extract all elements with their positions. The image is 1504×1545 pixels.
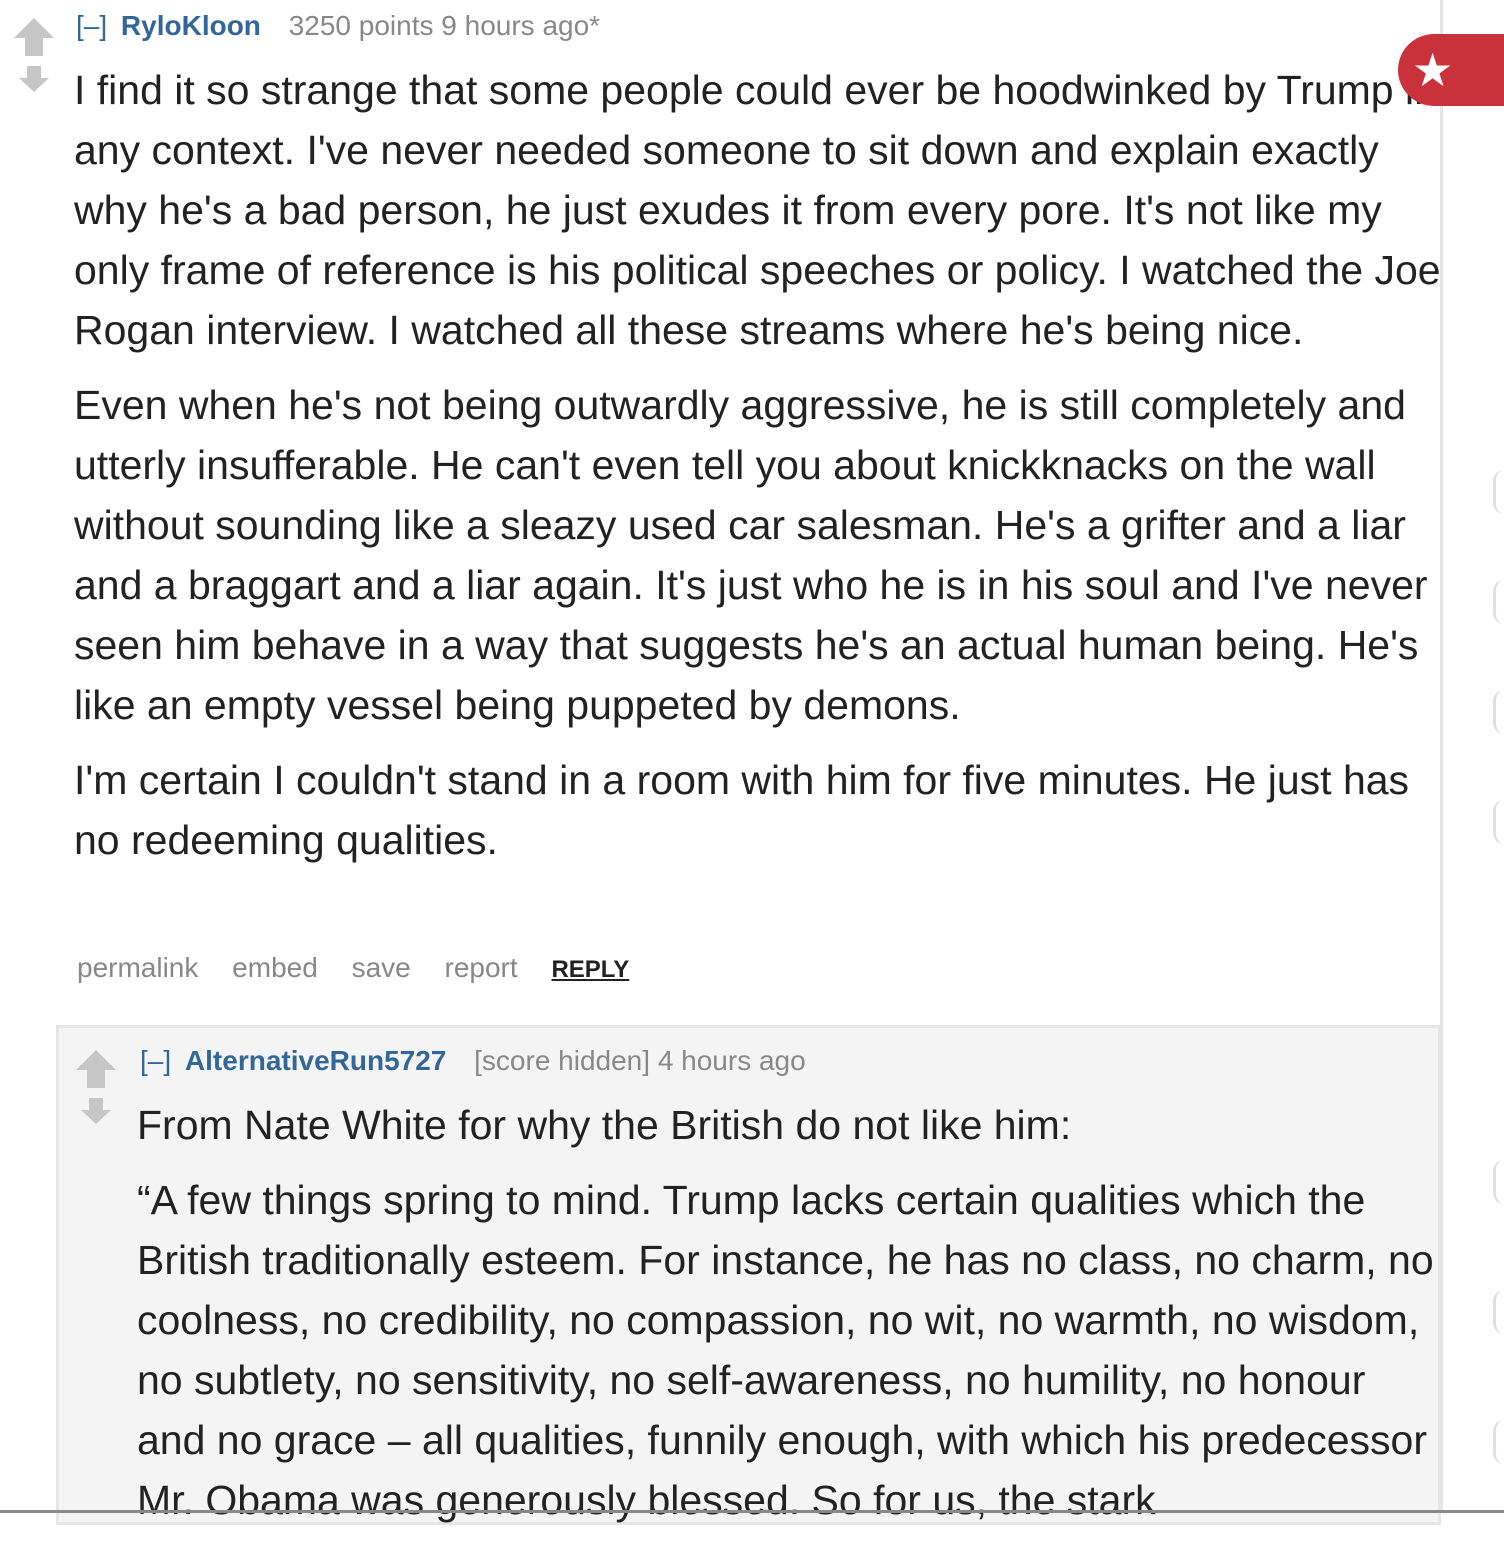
author-link[interactable]: RyloKloon: [121, 10, 261, 41]
score: [score hidden]: [474, 1045, 651, 1076]
comment-body: From Nate White for why the British do n…: [137, 1095, 1437, 1545]
comment-paragraph: I'm certain I couldn't stand in a room w…: [74, 757, 1410, 863]
side-tab[interactable]: [1493, 800, 1504, 844]
side-tab[interactable]: [1493, 580, 1504, 624]
comment-paragraph: I find it so strange that some people co…: [74, 67, 1441, 353]
gilded-badge[interactable]: ★: [1398, 34, 1504, 106]
side-tab[interactable]: [1493, 1420, 1504, 1464]
upvote-arrow-icon[interactable]: [12, 18, 56, 56]
score: 3250 points: [288, 10, 434, 41]
report-button[interactable]: report: [445, 952, 518, 983]
bottom-divider: [0, 1510, 1504, 1513]
side-tab[interactable]: [1493, 690, 1504, 734]
side-tab[interactable]: [1493, 470, 1504, 514]
child-comment-alternativerun5727: [–] AlternativeRun5727 [score hidden] 4 …: [56, 1025, 1441, 1525]
timestamp: 9 hours ago*: [441, 10, 601, 41]
author-link[interactable]: AlternativeRun5727: [185, 1045, 446, 1076]
comment-paragraph: From Nate White for why the British do n…: [137, 1102, 1072, 1148]
save-button[interactable]: save: [352, 952, 411, 983]
vote-arrows: [74, 1050, 118, 1124]
collapse-toggle[interactable]: [–]: [140, 1045, 171, 1076]
collapse-toggle[interactable]: [–]: [76, 10, 107, 41]
downvote-arrow-icon[interactable]: [74, 1098, 118, 1124]
comment-tagline: [–] RyloKloon 3250 points 9 hours ago*: [76, 10, 600, 42]
comment-body: I find it so strange that some people co…: [74, 60, 1442, 885]
side-tab[interactable]: [1493, 1160, 1504, 1204]
reply-button[interactable]: REPLY: [551, 956, 629, 983]
vote-arrows: [12, 18, 56, 92]
comment-paragraph: Even when he's not being outwardly aggre…: [74, 382, 1428, 728]
timestamp: 4 hours ago: [657, 1045, 806, 1076]
comment-paragraph: “A few things spring to mind. Trump lack…: [137, 1177, 1434, 1523]
permalink-button[interactable]: permalink: [77, 952, 198, 983]
side-tab[interactable]: [1493, 1290, 1504, 1334]
comment-buttons: permalink embed save report REPLY: [77, 952, 655, 984]
star-icon: ★: [1412, 44, 1454, 96]
embed-button[interactable]: embed: [232, 952, 318, 983]
upvote-arrow-icon[interactable]: [74, 1050, 118, 1088]
right-side-strip: [1443, 0, 1504, 1512]
downvote-arrow-icon[interactable]: [12, 66, 56, 92]
comment-tagline: [–] AlternativeRun5727 [score hidden] 4 …: [140, 1045, 806, 1077]
